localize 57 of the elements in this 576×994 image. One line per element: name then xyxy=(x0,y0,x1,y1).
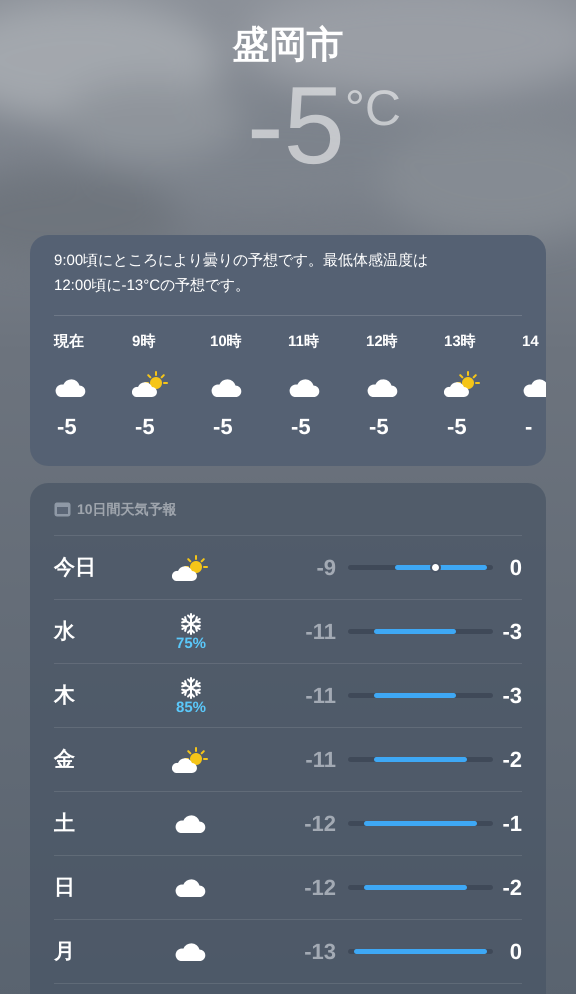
hour-label: 現在 xyxy=(54,332,84,352)
cloud-icon xyxy=(174,942,208,962)
current-temperature: -5 xyxy=(247,66,345,186)
temperature-unit: °C xyxy=(344,79,401,138)
snowflake-icon xyxy=(179,612,203,636)
hour-label: 9時 xyxy=(132,332,156,352)
high-temperature: -2 xyxy=(501,746,522,774)
sun-cloud-icon xyxy=(172,746,210,774)
day-label: 今日 xyxy=(54,554,97,581)
high-temperature: -3 xyxy=(501,682,522,710)
hour-temperature: -5 xyxy=(135,414,155,440)
hour-temperature: -5 xyxy=(57,414,77,440)
sun-cloud-icon xyxy=(172,554,210,582)
hour-label: 11時 xyxy=(288,332,319,352)
precipitation-chance: 75% xyxy=(176,636,206,652)
high-temperature: -3 xyxy=(501,618,522,646)
hour-temperature: -5 xyxy=(447,414,467,440)
day-label: 月 xyxy=(54,938,76,965)
cloud-icon xyxy=(54,378,88,398)
cloud-icon xyxy=(366,378,400,398)
hour-temperature: -5 xyxy=(369,414,389,440)
hour-temperature: -5 xyxy=(291,414,311,440)
high-temperature: -2 xyxy=(501,874,522,902)
low-temperature: -11 xyxy=(304,746,337,774)
hour-label: 12時 xyxy=(366,332,398,352)
calendar-icon xyxy=(54,502,71,516)
low-temperature: -12 xyxy=(303,874,337,902)
sun-cloud-icon xyxy=(444,370,482,398)
day-label: 木 xyxy=(54,682,76,709)
cloud-icon xyxy=(522,378,546,398)
low-temperature: -11 xyxy=(304,682,337,710)
city-name: 盛岡市 xyxy=(232,23,344,67)
forecast-summary: 9:00頃にところにより曇りの予想です。最低体感温度は12:00頃に-13°Cの予想です。 xyxy=(54,251,430,296)
low-temperature: -13 xyxy=(303,938,337,966)
hour-label: 13時 xyxy=(444,332,476,352)
precipitation-chance: 85% xyxy=(176,700,206,716)
cloud-icon xyxy=(174,814,208,834)
hour-temperature: - xyxy=(525,414,532,440)
day-label: 土 xyxy=(54,810,76,837)
low-temperature: -9 xyxy=(315,554,337,582)
cloud-icon xyxy=(288,378,322,398)
high-temperature: 0 xyxy=(508,554,522,582)
day-label: 金 xyxy=(54,746,76,773)
cloud-icon xyxy=(210,378,244,398)
cloud-icon xyxy=(174,878,208,898)
high-temperature: -1 xyxy=(501,810,522,838)
hour-temperature: -5 xyxy=(213,414,233,440)
day-label: 日 xyxy=(54,874,76,901)
snowflake-icon xyxy=(179,676,203,700)
hour-label: 10時 xyxy=(210,332,242,352)
high-temperature: 0 xyxy=(508,938,522,966)
low-temperature: -12 xyxy=(303,810,337,838)
day-label: 水 xyxy=(54,618,76,645)
low-temperature: -11 xyxy=(304,618,337,646)
hour-label: 14 xyxy=(522,332,539,352)
forecast-title: 10日間天気予報 xyxy=(77,500,177,518)
sun-cloud-icon xyxy=(132,370,170,398)
